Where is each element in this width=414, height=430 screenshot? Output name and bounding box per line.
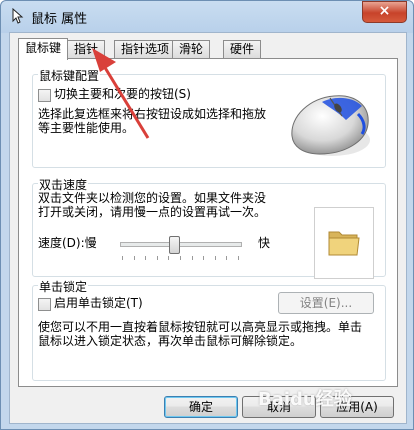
tab-hardware[interactable]: 硬件	[223, 40, 262, 58]
click-lock-checkbox[interactable]	[38, 298, 51, 311]
click-lock-settings-button[interactable]: 设置(E)...	[278, 292, 374, 314]
cancel-button[interactable]: 取消	[242, 396, 316, 418]
slider-tick	[122, 256, 123, 260]
mouse-illustration-icon	[291, 95, 370, 156]
window-title: 鼠标 属性	[31, 12, 88, 27]
double-click-description-1: 双击文件夹以检测您的设置。如果文件夹没	[38, 191, 267, 205]
apply-button[interactable]: 应用(A)	[320, 396, 394, 418]
title-bar[interactable]: 鼠标 属性 ×	[1, 1, 413, 31]
slider-tick	[168, 256, 170, 260]
mouse-pointer-icon	[12, 8, 24, 24]
folder-icon[interactable]	[327, 226, 361, 258]
close-button[interactable]: ×	[362, 1, 407, 23]
speed-slow-label: 速度(D):慢	[38, 236, 97, 250]
swap-buttons-checkbox[interactable]	[38, 89, 51, 102]
click-lock-label: 单击锁定	[38, 278, 89, 295]
ok-button[interactable]: 确定	[164, 396, 238, 418]
slider-tick	[203, 256, 205, 260]
click-lock-checkbox-label[interactable]: 启用单击锁定(T)	[54, 296, 143, 311]
slider-tick	[191, 256, 193, 260]
slider-tick	[133, 256, 135, 260]
slider-tick	[226, 256, 228, 260]
red-arrow-annotation	[92, 48, 150, 139]
slider-tick	[145, 256, 147, 260]
slider-tick	[156, 256, 158, 260]
tab-mouse-buttons[interactable]: 鼠标键	[18, 38, 69, 60]
slider-tick	[180, 256, 181, 260]
speed-fast-label: 快	[258, 236, 271, 250]
slider-tick	[214, 256, 216, 260]
test-folder-area[interactable]	[314, 207, 374, 279]
click-lock-description-2: 鼠标以进入锁定状态，再次单击鼠标可解除锁定。	[38, 334, 303, 348]
click-lock-description-1: 使您可以不用一直按着鼠标按钮就可以高亮显示或拖拽。单击	[38, 320, 363, 334]
tab-wheel[interactable]: 滑轮	[172, 40, 211, 58]
slider-tick	[238, 256, 239, 260]
double-click-speed-slider[interactable]	[120, 242, 242, 247]
double-click-speed-slider-thumb[interactable]	[169, 236, 180, 254]
double-click-description-2: 打开或关闭，请用慢一点的设置再试一次。	[38, 205, 267, 219]
